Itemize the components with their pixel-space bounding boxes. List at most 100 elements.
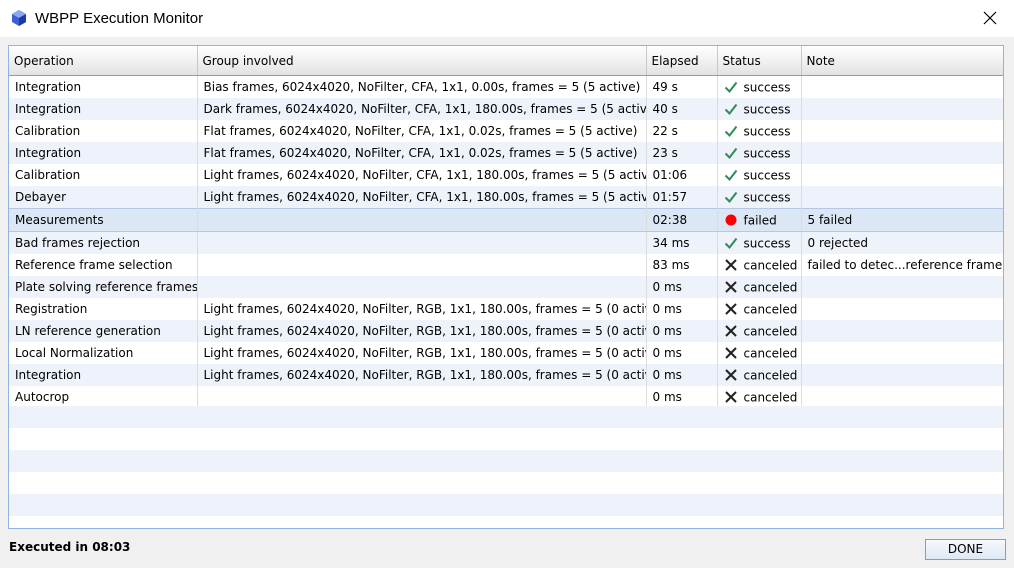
column-header-operation[interactable]: Operation xyxy=(9,46,198,76)
group-cell xyxy=(197,208,647,232)
note-cell: 0 rejected xyxy=(801,231,1003,254)
table-row[interactable]: Plate solving reference frames 0 ms cancel… xyxy=(9,276,1003,298)
note-cell xyxy=(801,386,1003,408)
status-text: canceled xyxy=(743,258,798,273)
status-text: canceled xyxy=(743,302,798,317)
elapsed-cell: 83 ms xyxy=(646,254,718,276)
table-row[interactable]: LN reference generation Light frames, 602… xyxy=(9,320,1003,342)
empty-row xyxy=(9,428,1003,450)
table-row[interactable]: Local Normalization Light frames, 6024x40… xyxy=(9,342,1003,364)
column-header-note[interactable]: Note xyxy=(801,46,1003,76)
execution-table: Operation Group involved Elapsed Status … xyxy=(9,46,1003,408)
note-cell xyxy=(801,120,1003,142)
status-text: success xyxy=(743,168,791,183)
table-row[interactable]: Registration Light frames, 6024x4020, NoF… xyxy=(9,298,1003,320)
elapsed-cell: 01:57 xyxy=(646,186,718,209)
close-icon xyxy=(983,11,997,25)
empty-row xyxy=(9,472,1003,494)
table-row[interactable]: Autocrop 0 ms canceled xyxy=(9,386,1003,408)
red-dot-icon xyxy=(724,213,738,227)
group-cell xyxy=(197,231,647,254)
operation-cell: Integration xyxy=(9,98,198,120)
table-row[interactable]: Debayer Light frames, 6024x4020, NoFilter… xyxy=(9,186,1003,209)
note-cell xyxy=(801,298,1003,320)
elapsed-cell: 02:38 xyxy=(646,208,718,232)
note-cell xyxy=(801,75,1003,98)
elapsed-cell: 0 ms xyxy=(646,342,718,364)
note-cell xyxy=(801,98,1003,120)
elapsed-cell: 49 s xyxy=(646,75,718,98)
status-cell: canceled xyxy=(717,364,802,386)
elapsed-cell: 0 ms xyxy=(646,298,718,320)
empty-row xyxy=(9,494,1003,516)
group-cell xyxy=(197,276,647,298)
operation-cell: Integration xyxy=(9,75,198,98)
group-cell: Dark frames, 6024x4020, NoFilter, CFA, 1… xyxy=(197,98,647,120)
table-row[interactable]: Measurements 02:38 failed 5 failed xyxy=(9,208,1003,232)
note-cell xyxy=(801,164,1003,186)
column-header-group[interactable]: Group involved xyxy=(197,46,647,76)
x-icon xyxy=(724,346,738,360)
x-icon xyxy=(724,390,738,404)
note-cell xyxy=(801,276,1003,298)
group-cell xyxy=(197,386,647,408)
group-cell: Light frames, 6024x4020, NoFilter, RGB, … xyxy=(197,342,647,364)
table-row[interactable]: Integration Light frames, 6024x4020, NoFi… xyxy=(9,364,1003,386)
status-cell: success xyxy=(717,142,802,164)
x-icon xyxy=(724,302,738,316)
note-cell: 5 failed xyxy=(801,208,1003,232)
group-cell: Light frames, 6024x4020, NoFilter, RGB, … xyxy=(197,364,647,386)
operation-cell: Autocrop xyxy=(9,386,198,408)
elapsed-cell: 23 s xyxy=(646,142,718,164)
table-row[interactable]: Integration Flat frames, 6024x4020, NoFil… xyxy=(9,142,1003,164)
empty-row xyxy=(9,450,1003,472)
empty-row xyxy=(9,406,1003,428)
operation-cell: Calibration xyxy=(9,164,198,186)
operation-cell: Calibration xyxy=(9,120,198,142)
status-text: success xyxy=(743,236,791,251)
status-cell: success xyxy=(717,75,802,98)
table-row[interactable]: Integration Bias frames, 6024x4020, NoFil… xyxy=(9,75,1003,98)
x-icon xyxy=(724,368,738,382)
check-icon xyxy=(724,190,738,204)
group-cell xyxy=(197,254,647,276)
elapsed-cell: 0 ms xyxy=(646,386,718,408)
note-cell xyxy=(801,364,1003,386)
status-text: success xyxy=(743,190,791,205)
table-row[interactable]: Reference frame selection 83 ms canceled fa… xyxy=(9,254,1003,276)
operation-cell: Debayer xyxy=(9,186,198,209)
column-header-status[interactable]: Status xyxy=(717,46,802,76)
operation-cell: Plate solving reference frames xyxy=(9,276,198,298)
note-cell xyxy=(801,342,1003,364)
status-cell: canceled xyxy=(717,342,802,364)
elapsed-cell: 0 ms xyxy=(646,276,718,298)
elapsed-cell: 34 ms xyxy=(646,231,718,254)
status-text: canceled xyxy=(743,324,798,339)
elapsed-cell: 0 ms xyxy=(646,364,718,386)
table-row[interactable]: Bad frames rejection 34 ms success 0 reject… xyxy=(9,231,1003,254)
close-button[interactable] xyxy=(968,0,1014,37)
status-text: success xyxy=(743,80,791,95)
check-icon xyxy=(724,146,738,160)
table-row[interactable]: Integration Dark frames, 6024x4020, NoFil… xyxy=(9,98,1003,120)
group-cell: Light frames, 6024x4020, NoFilter, RGB, … xyxy=(197,320,647,342)
table-row[interactable]: Calibration Flat frames, 6024x4020, NoFil… xyxy=(9,120,1003,142)
operation-cell: Measurements xyxy=(9,208,198,232)
note-cell xyxy=(801,186,1003,209)
table-row[interactable]: Calibration Light frames, 6024x4020, NoFi… xyxy=(9,164,1003,186)
status-cell: canceled xyxy=(717,320,802,342)
operation-cell: Integration xyxy=(9,364,198,386)
elapsed-cell: 22 s xyxy=(646,120,718,142)
x-icon xyxy=(724,324,738,338)
status-cell: success xyxy=(717,120,802,142)
empty-row xyxy=(9,516,1003,528)
group-cell: Bias frames, 6024x4020, NoFilter, CFA, 1… xyxy=(197,75,647,98)
status-text: canceled xyxy=(743,346,798,361)
group-cell: Flat frames, 6024x4020, NoFilter, CFA, 1… xyxy=(197,120,647,142)
status-cell: success xyxy=(717,186,802,209)
group-cell: Light frames, 6024x4020, NoFilter, CFA, … xyxy=(197,186,647,209)
check-icon xyxy=(724,80,738,94)
status-cell: success xyxy=(717,231,802,254)
done-button[interactable]: DONE xyxy=(925,539,1006,560)
column-header-elapsed[interactable]: Elapsed xyxy=(646,46,718,76)
